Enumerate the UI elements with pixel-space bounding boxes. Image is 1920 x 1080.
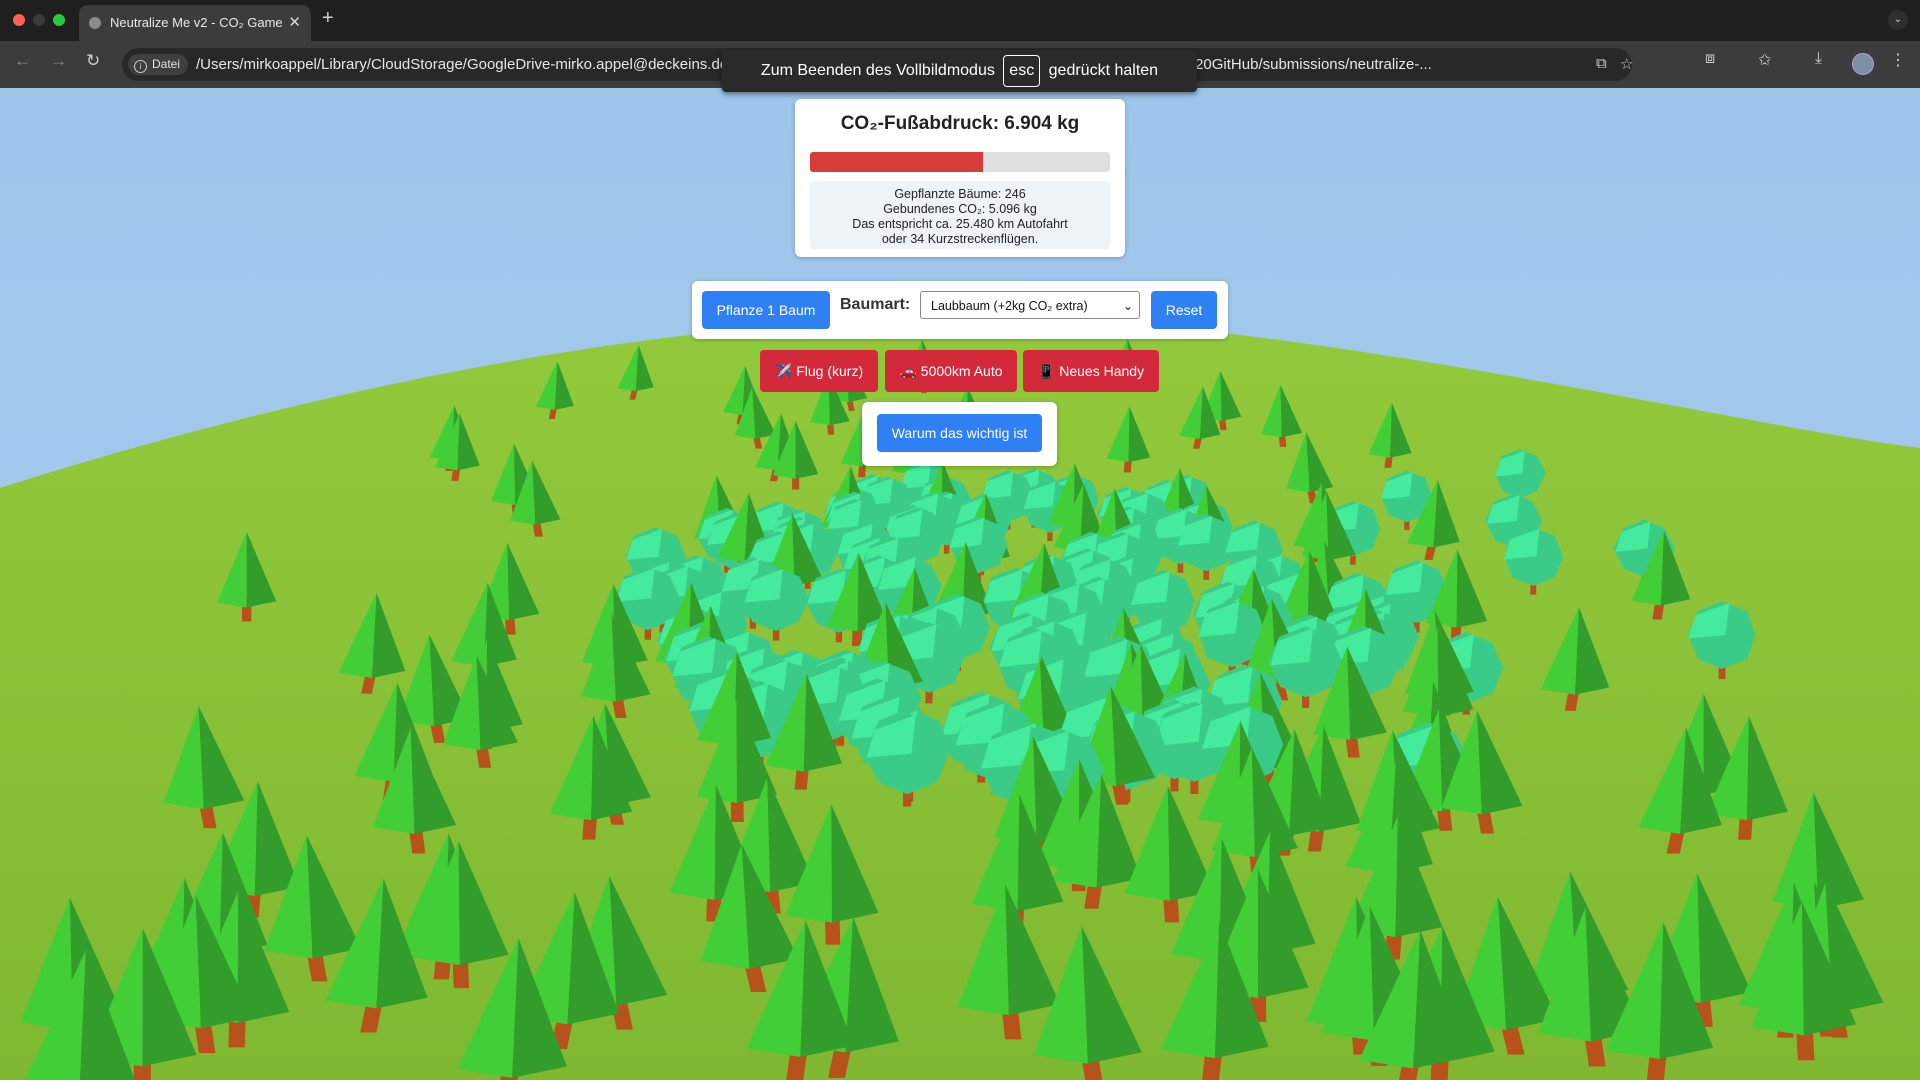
site-info-chip[interactable]: i Datei (128, 54, 189, 75)
chevron-down-icon: ⌄ (1122, 299, 1133, 313)
fullscreen-toast-prefix: Zum Beenden des Vollbildmodus (760, 62, 995, 79)
info-panel: Warum das wichtig ist (862, 402, 1057, 466)
reload-icon[interactable]: ↻ (86, 51, 100, 71)
controls-panel: Pflanze 1 Baum Baumart: Laubbaum (+2kg C… (692, 281, 1228, 339)
info-icon: i (134, 60, 147, 73)
window-minimize-button[interactable] (33, 14, 45, 26)
car-equivalent-text: Das entspricht ca. 25.480 km Autofahrt (852, 217, 1068, 231)
fullscreen-toast-suffix: gedrückt halten (1048, 62, 1159, 79)
trees-planted-text: Gepflanzte Bäume: 246 (894, 187, 1026, 201)
tab-close-icon[interactable]: ✕ (288, 13, 301, 31)
flight-equivalent-text: oder 34 Kurzstreckenflügen. (881, 232, 1039, 246)
fullscreen-exit-toast: Zum Beenden des Vollbildmodus esc gedrüc… (722, 50, 1197, 92)
tab-search-icon[interactable]: ⌄ (1888, 10, 1908, 30)
menu-icon[interactable]: ⋮ (1890, 50, 1906, 70)
site-info-label: Datei (152, 57, 181, 71)
co2-bound-text: Gebundenes CO₂: 5.096 kg (883, 202, 1037, 216)
new-tab-icon[interactable]: + (322, 7, 334, 30)
download-icon[interactable]: ⤓ (1815, 50, 1822, 68)
tree-type-value: Laubbaum (+2kg CO₂ extra) (931, 299, 1088, 313)
translate-icon[interactable]: ⧉ (1596, 55, 1607, 72)
back-icon[interactable]: ← (14, 51, 31, 71)
short-flight-button[interactable]: ✈️ Flug (kurz) (760, 350, 878, 392)
esc-key-hint: esc (1003, 55, 1041, 87)
game-viewport[interactable]: CO₂-Fußabdruck: 6.904 kg Gepflanzte Bäum… (0, 88, 1920, 1080)
bookmark-star-icon[interactable]: ☆ (1620, 55, 1633, 73)
footprint-progress-fill (810, 152, 983, 172)
plant-tree-button[interactable]: Pflanze 1 Baum (702, 291, 830, 329)
window-maximize-button[interactable] (53, 14, 65, 26)
tab-title: Neutralize Me v2 - CO₂ Game (110, 15, 283, 30)
new-phone-button[interactable]: 📱 Neues Handy (1023, 350, 1159, 392)
tab-favicon-icon (89, 17, 101, 29)
window-close-button[interactable] (13, 14, 25, 26)
car-5000km-button[interactable]: 🚗 5000km Auto (885, 350, 1017, 392)
profile-avatar[interactable] (1852, 53, 1874, 75)
forward-icon[interactable]: → (50, 51, 67, 71)
tree-type-select[interactable]: Laubbaum (+2kg CO₂ extra) ⌄ (920, 291, 1140, 319)
bookmarks-icon[interactable]: ✩ (1758, 50, 1771, 70)
tree-type-label: Baumart: (840, 296, 911, 313)
footprint-progress-bar (810, 152, 1110, 172)
browser-tab[interactable]: Neutralize Me v2 - CO₂ Game ✕ (79, 5, 311, 41)
why-important-button[interactable]: Warum das wichtig ist (877, 414, 1042, 452)
stats-box: Gepflanzte Bäume: 246 Gebundenes CO₂: 5.… (810, 181, 1110, 249)
reset-button[interactable]: Reset (1151, 291, 1217, 329)
extensions-icon[interactable]: ⧈ (1705, 50, 1715, 68)
footprint-panel: CO₂-Fußabdruck: 6.904 kg Gepflanzte Bäum… (795, 99, 1125, 257)
footprint-title: CO₂-Fußabdruck: 6.904 kg (840, 113, 1080, 134)
browser-tab-bar: Neutralize Me v2 - CO₂ Game ✕ + ⌄ (0, 0, 1920, 41)
